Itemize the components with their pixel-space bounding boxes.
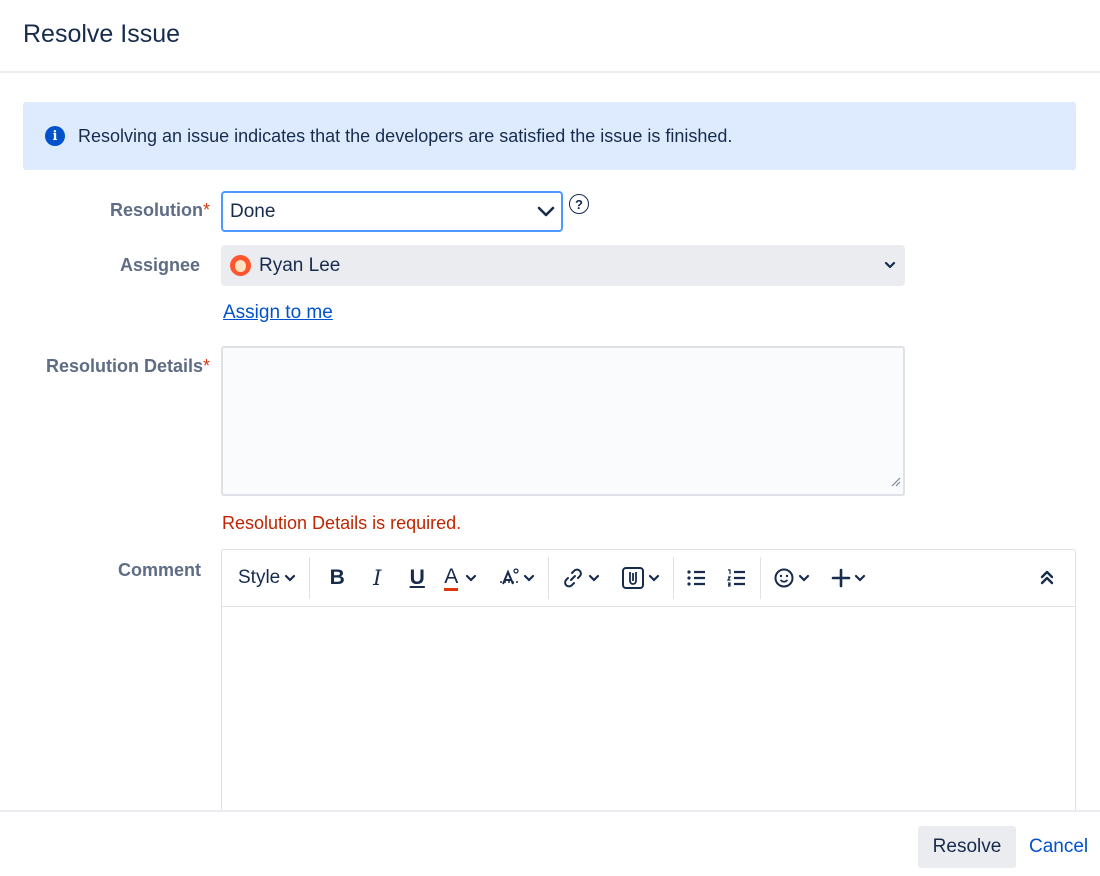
style-dropdown[interactable]: Style [238, 562, 297, 594]
cancel-button[interactable]: Cancel [1029, 836, 1088, 858]
style-label: Style [238, 567, 281, 588]
comment-label: Comment [1, 560, 201, 581]
chevron-down-icon [531, 206, 561, 218]
resolve-button[interactable]: Resolve [918, 826, 1016, 868]
resolution-select[interactable]: Done [221, 191, 563, 232]
emoji-icon [774, 568, 794, 588]
required-mark: * [202, 200, 210, 220]
editor-toolbar: Style B I U A [222, 550, 1075, 607]
assignee-label: Assignee [0, 255, 200, 276]
bold-button[interactable]: B [322, 562, 352, 594]
chevron-down-icon [285, 574, 296, 582]
link-icon [564, 568, 583, 588]
plus-icon [831, 568, 851, 588]
info-text: Resolving an issue indicates that the de… [78, 125, 733, 146]
assignee-value: Ryan Lee [259, 254, 341, 276]
assignee-label-text: Assignee [119, 255, 200, 275]
italic-button[interactable]: I [362, 562, 392, 594]
link-button[interactable] [561, 562, 601, 594]
resize-grip-icon[interactable] [891, 474, 901, 492]
chevron-down-icon [649, 574, 660, 582]
insert-button[interactable] [831, 562, 867, 594]
resolution-details-label: Resolution Details* [10, 356, 210, 377]
underline-button[interactable]: U [402, 562, 432, 594]
info-banner: i Resolving an issue indicates that the … [23, 102, 1076, 170]
resolution-label-text: Resolution [109, 200, 203, 220]
toolbar-divider [673, 557, 675, 599]
chevron-down-icon [466, 574, 477, 582]
required-mark: * [202, 356, 210, 376]
resolution-details-label-text: Resolution Details [45, 356, 203, 376]
bullet-list-button[interactable] [686, 562, 708, 594]
toolbar-divider [760, 557, 762, 599]
double-chevron-up-icon [1040, 570, 1054, 585]
info-icon: i [45, 126, 65, 146]
resolution-value: Done [230, 200, 276, 222]
numbered-list-button[interactable] [726, 562, 748, 594]
toolbar-divider [548, 557, 550, 599]
chevron-down-icon [589, 574, 600, 582]
attachment-button[interactable] [621, 562, 661, 594]
help-icon[interactable]: ? [569, 194, 589, 214]
chevron-down-icon [855, 574, 866, 582]
comment-body[interactable] [222, 607, 1075, 828]
attachment-icon [622, 567, 645, 589]
text-styles-icon [500, 568, 519, 585]
dialog-title: Resolve Issue [23, 20, 181, 48]
text-color-icon: A [444, 565, 459, 591]
text-color-button[interactable]: A [444, 562, 478, 594]
chevron-down-icon [524, 574, 535, 582]
chevron-down-icon [799, 574, 810, 582]
error-message: Resolution Details is required. [222, 513, 462, 533]
assignee-select[interactable]: Ryan Lee [221, 245, 905, 286]
emoji-button[interactable] [773, 562, 811, 594]
avatar [230, 255, 251, 276]
comment-label-text: Comment [117, 560, 201, 580]
numbered-list-icon [727, 569, 746, 587]
comment-editor[interactable]: Style B I U A [221, 549, 1076, 829]
assign-to-me-link[interactable]: Assign to me [223, 302, 333, 324]
resolution-details-textarea[interactable] [221, 346, 905, 496]
collapse-toolbar-button[interactable] [1039, 562, 1055, 594]
dialog-header: Resolve Issue [0, 0, 1100, 73]
resolution-label: Resolution* [10, 200, 210, 221]
more-formatting-button[interactable] [498, 562, 536, 594]
toolbar-divider [309, 557, 311, 599]
bullet-list-icon [687, 570, 706, 586]
chevron-down-icon [875, 261, 905, 270]
